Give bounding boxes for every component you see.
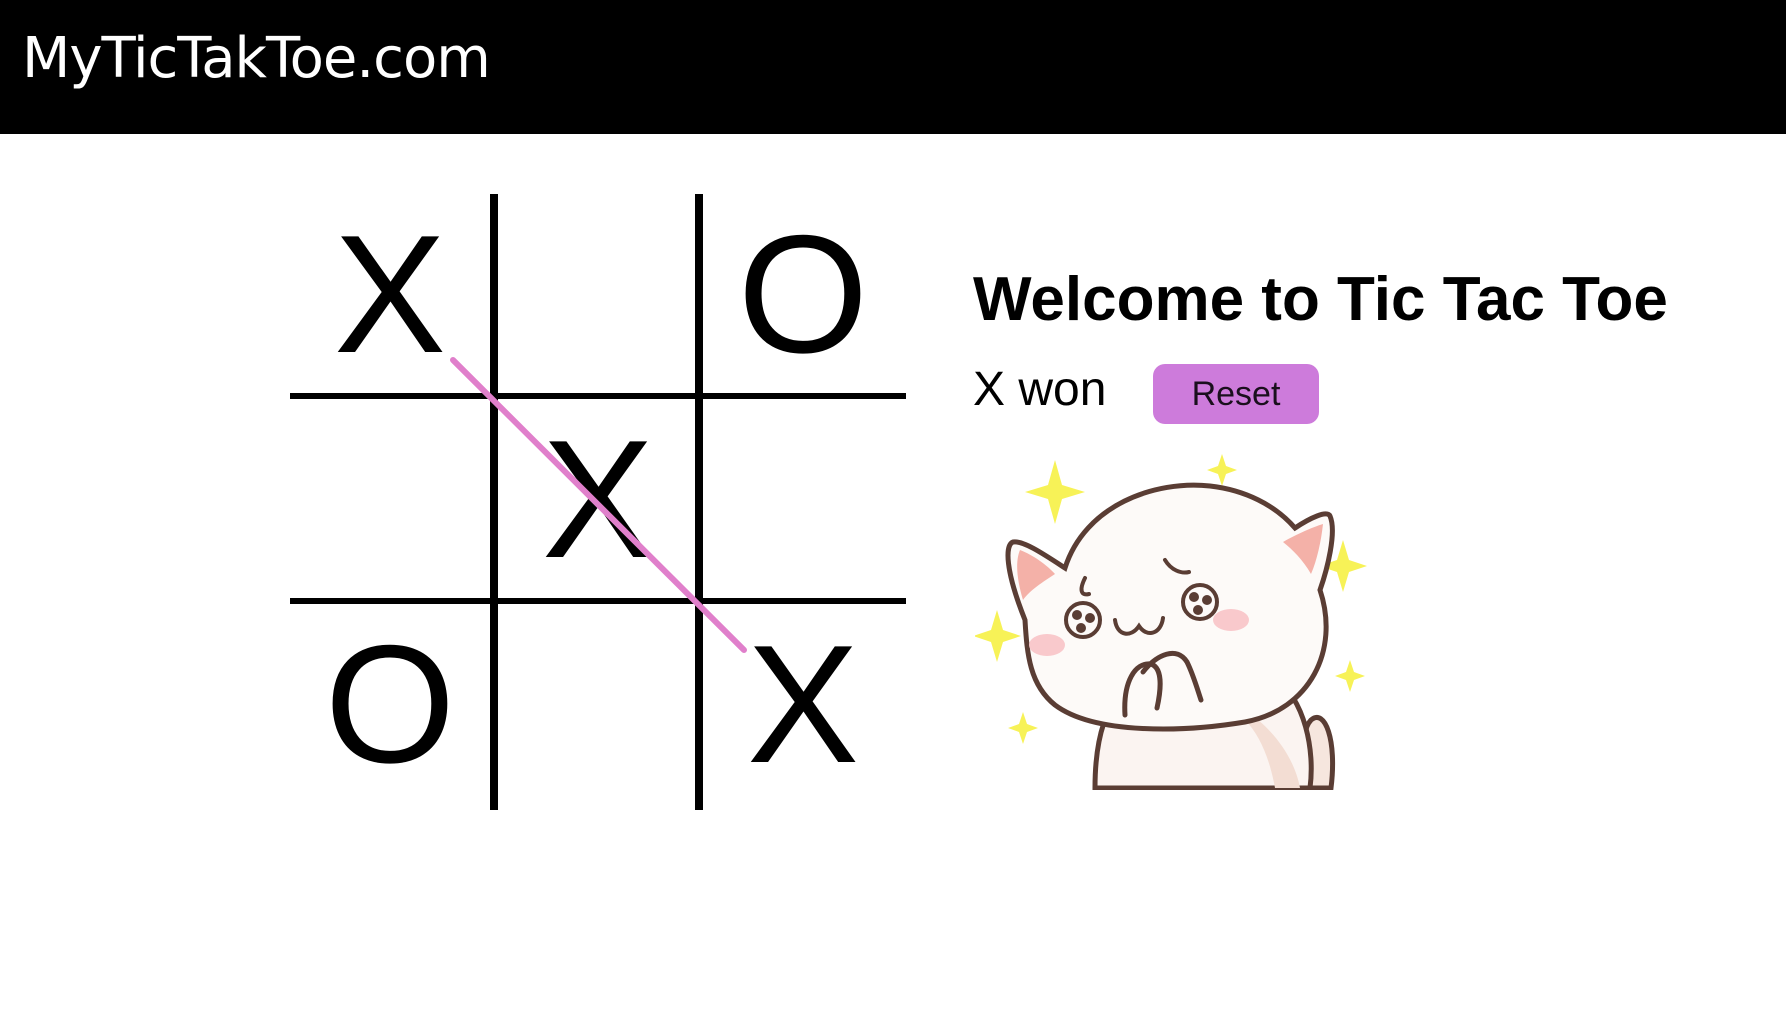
game-status: X won	[973, 363, 1107, 416]
board-cell-1[interactable]	[500, 196, 696, 392]
site-title: MyTicTakToe.com	[22, 26, 491, 91]
grid-line-horizontal-2	[290, 598, 906, 604]
board-cell-5[interactable]	[705, 401, 901, 597]
grid-line-vertical-1	[490, 194, 498, 810]
board-cell-0[interactable]: X	[292, 196, 488, 392]
board-cell-4[interactable]: X	[500, 401, 696, 597]
board-cell-3[interactable]	[292, 401, 488, 597]
board-cell-7[interactable]	[500, 606, 696, 802]
top-bar: MyTicTakToe.com	[0, 0, 1786, 134]
grid-line-vertical-2	[695, 194, 703, 810]
welcome-title: Welcome to Tic Tac Toe	[973, 265, 1668, 334]
board-cell-6[interactable]: O	[292, 606, 488, 802]
board-cell-2[interactable]: O	[705, 196, 901, 392]
board-cell-8[interactable]: X	[705, 606, 901, 802]
crying-cat-sticker-icon	[975, 454, 1367, 790]
tic-tac-toe-board: X O X O X	[290, 194, 906, 810]
reset-button[interactable]: Reset	[1153, 364, 1319, 424]
grid-line-horizontal-1	[290, 393, 906, 399]
